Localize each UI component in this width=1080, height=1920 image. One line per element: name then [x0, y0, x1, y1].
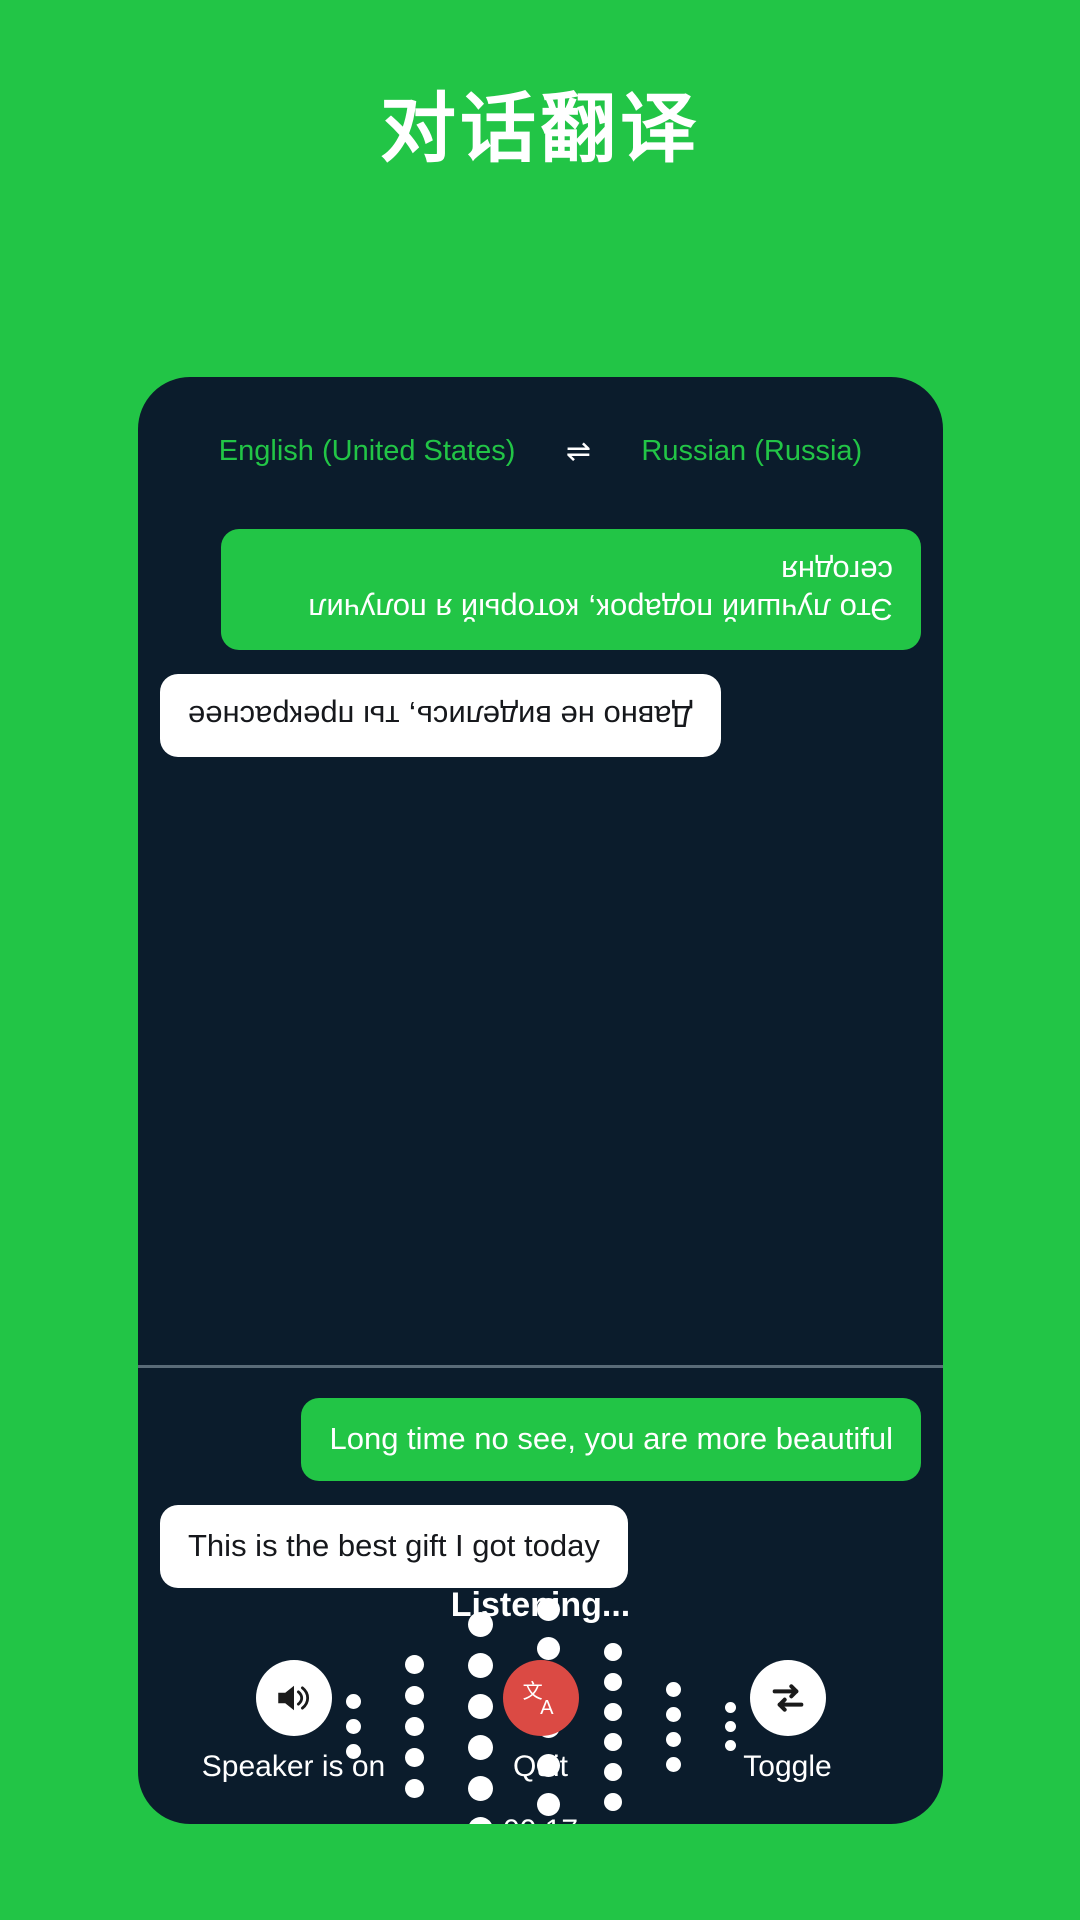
speaker-toggle-button[interactable]: Speaker is on: [186, 1660, 401, 1784]
source-language-selector[interactable]: English (United States): [219, 435, 516, 468]
message-row: Давно не виделись, ты прекраснее: [160, 674, 921, 758]
message-bubble[interactable]: Давно не виделись, ты прекраснее: [160, 674, 721, 758]
target-language-selector[interactable]: Russian (Russia): [641, 435, 862, 468]
waveform-dot: [536, 1637, 560, 1660]
waveform-dot: [536, 1793, 560, 1816]
speaker-toggle-label: Speaker is on: [201, 1750, 386, 1783]
language-bar: English (United States) ⇌ Russian (Russi…: [138, 435, 943, 468]
message-row: Это лучший подарок, который я получил се…: [160, 529, 921, 651]
message-bubble[interactable]: Это лучший подарок, который я получил се…: [220, 529, 921, 651]
translate-icon[interactable]: 文 A: [502, 1660, 579, 1736]
pane-divider: [138, 1365, 943, 1368]
message-bubble[interactable]: Long time no see, you are more beautiful: [301, 1398, 921, 1481]
recording-timer: 00:17: [138, 1814, 943, 1824]
waveform-dot: [603, 1642, 622, 1661]
quit-label: Quit: [512, 1750, 569, 1783]
swap-arrows-icon[interactable]: [749, 1660, 826, 1736]
toggle-label: Toggle: [743, 1750, 832, 1783]
message-bubble[interactable]: This is the best gift I got today: [160, 1504, 628, 1588]
page-title: 对话翻译: [380, 87, 700, 172]
waveform-dot: [467, 1611, 493, 1637]
control-bar: Speaker is on 文 A Quit Toggle: [138, 1660, 943, 1784]
message-row: This is the best gift I got today: [160, 1504, 921, 1588]
conversation-pane-top: Давно не виделись, ты прекраснее Это луч…: [138, 487, 943, 1362]
waveform-dot: [603, 1792, 622, 1811]
message-row: Long time no see, you are more beautiful: [160, 1398, 921, 1481]
phone-mockup: English (United States) ⇌ Russian (Russi…: [138, 377, 943, 1824]
screen-root: 对话翻译 English (United States) ⇌ Russian (…: [0, 0, 1080, 1920]
speaker-on-icon[interactable]: [255, 1660, 332, 1736]
waveform-dot: [536, 1598, 560, 1621]
svg-text:A: A: [540, 1697, 554, 1719]
swap-horizontal-icon[interactable]: ⇌: [561, 436, 595, 467]
quit-button[interactable]: 文 A Quit: [433, 1660, 648, 1784]
toggle-button[interactable]: Toggle: [680, 1660, 895, 1784]
